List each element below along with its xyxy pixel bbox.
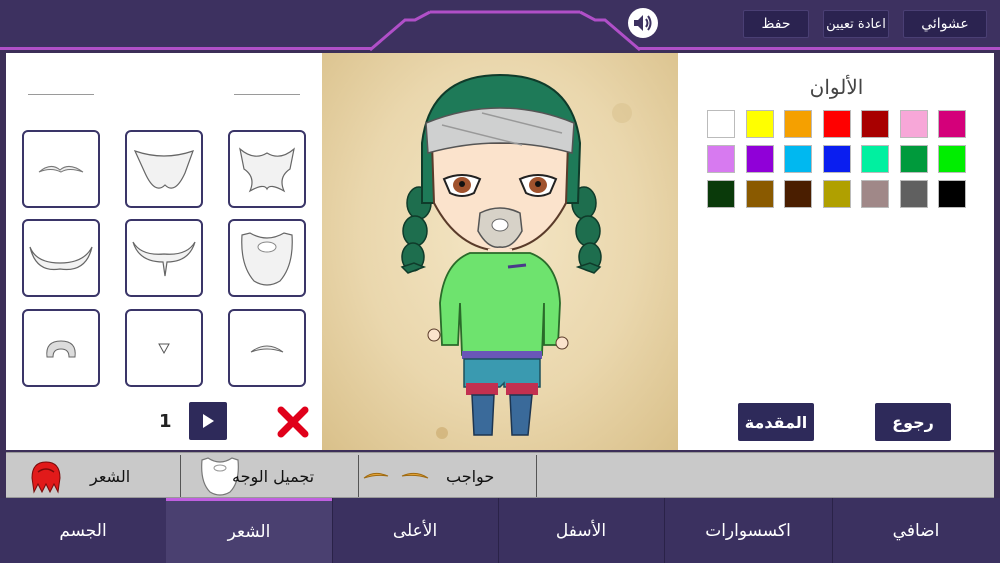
- color-swatch[interactable]: [899, 145, 928, 173]
- item-tile-soul-patch[interactable]: [125, 309, 203, 387]
- random-button[interactable]: عشوائي: [903, 10, 987, 38]
- item-tile-beard-chinstrap[interactable]: [22, 309, 100, 387]
- color-swatch[interactable]: [861, 180, 889, 208]
- item-tile-eyebrow-arch[interactable]: [228, 309, 306, 387]
- item-tile-mustache-braid[interactable]: [125, 219, 203, 297]
- color-swatch[interactable]: [745, 145, 774, 173]
- tab-hair[interactable]: الشعر: [166, 498, 332, 563]
- color-swatch[interactable]: [784, 180, 812, 208]
- mustache-braid-icon: [132, 241, 196, 277]
- color-swatch[interactable]: [822, 180, 851, 208]
- close-icon: [277, 406, 309, 438]
- color-swatch[interactable]: [745, 180, 774, 208]
- subtab-divider: [180, 455, 181, 497]
- character-stage: [322, 53, 678, 450]
- play-icon: [203, 414, 214, 428]
- subtab-label: الشعر: [90, 466, 131, 486]
- next-page-button[interactable]: [189, 402, 227, 440]
- category-bar: الجسم الشعر الأعلى الأسفل اكسسوارات اضاف…: [0, 498, 1000, 563]
- colors-panel: الألوان المقدمة رجوع: [678, 53, 994, 450]
- remove-item-button[interactable]: [276, 405, 310, 439]
- color-swatch[interactable]: [745, 110, 774, 138]
- color-swatch[interactable]: [899, 110, 928, 138]
- tab-top[interactable]: الأعلى: [332, 498, 498, 563]
- subcategory-bar: الشعر تجميل الوجه حواجب: [6, 452, 994, 498]
- intro-button[interactable]: المقدمة: [738, 403, 814, 441]
- item-tile-beard-full[interactable]: [228, 219, 306, 297]
- back-button[interactable]: رجوع: [875, 403, 951, 441]
- items-panel: 1: [6, 53, 322, 450]
- tab-body[interactable]: الجسم: [0, 498, 166, 563]
- colors-title: الألوان: [809, 75, 864, 99]
- item-tile-beard-goatee[interactable]: [228, 130, 306, 208]
- divider-line: [28, 94, 94, 95]
- color-swatch[interactable]: [784, 145, 812, 173]
- color-swatch[interactable]: [861, 110, 889, 138]
- divider-line: [234, 94, 300, 95]
- page-number: 1: [159, 411, 172, 432]
- beard-wide-icon: [133, 149, 194, 189]
- subtab-facial-hair[interactable]: تجميل الوجه: [198, 453, 358, 499]
- subtab-eyebrows[interactable]: حواجب: [362, 453, 532, 499]
- beard-chinstrap-icon: [46, 340, 76, 358]
- color-swatch[interactable]: [707, 180, 735, 208]
- color-swatch[interactable]: [938, 180, 966, 208]
- color-swatch[interactable]: [899, 180, 928, 208]
- sound-toggle-button[interactable]: [628, 8, 658, 38]
- character-preview: [400, 73, 632, 439]
- color-swatch[interactable]: [784, 110, 812, 138]
- app-root: حفظ اعادة تعيين عشوائي 1 الألوان المقدمة…: [0, 0, 1000, 563]
- save-button[interactable]: حفظ: [743, 10, 809, 38]
- item-tile-mustache-long[interactable]: [22, 219, 100, 297]
- color-swatch[interactable]: [861, 145, 889, 173]
- top-notch: [370, 10, 640, 52]
- color-swatch[interactable]: [938, 145, 966, 173]
- tab-bottom[interactable]: الأسفل: [498, 498, 664, 563]
- speaker-icon: [634, 15, 652, 31]
- subtab-divider: [358, 455, 359, 497]
- beard-goatee-icon: [239, 147, 295, 193]
- subtab-hair[interactable]: الشعر: [28, 453, 178, 499]
- color-swatch[interactable]: [938, 110, 966, 138]
- eyebrows-icon: [363, 472, 429, 479]
- eyebrow-thin-icon: [38, 166, 84, 173]
- color-swatch[interactable]: [822, 110, 851, 138]
- tab-accessories[interactable]: اكسسوارات: [664, 498, 832, 563]
- color-swatch[interactable]: [707, 110, 735, 138]
- soul-patch-icon: [158, 343, 170, 355]
- color-swatch[interactable]: [822, 145, 851, 173]
- beard-full-icon: [241, 232, 293, 286]
- tab-extra[interactable]: اضافي: [832, 498, 1000, 563]
- item-tile-eyebrow-thin[interactable]: [22, 130, 100, 208]
- item-tile-beard-wide[interactable]: [125, 130, 203, 208]
- reset-button[interactable]: اعادة تعيين: [823, 10, 889, 38]
- color-swatch[interactable]: [707, 145, 735, 173]
- mustache-long-icon: [29, 246, 93, 271]
- subtab-label: حواجب: [446, 466, 495, 486]
- hair-icon: [31, 461, 61, 494]
- eyebrow-arch-icon: [250, 345, 284, 353]
- subtab-label: تجميل الوجه: [232, 466, 315, 486]
- subtab-divider: [536, 455, 537, 497]
